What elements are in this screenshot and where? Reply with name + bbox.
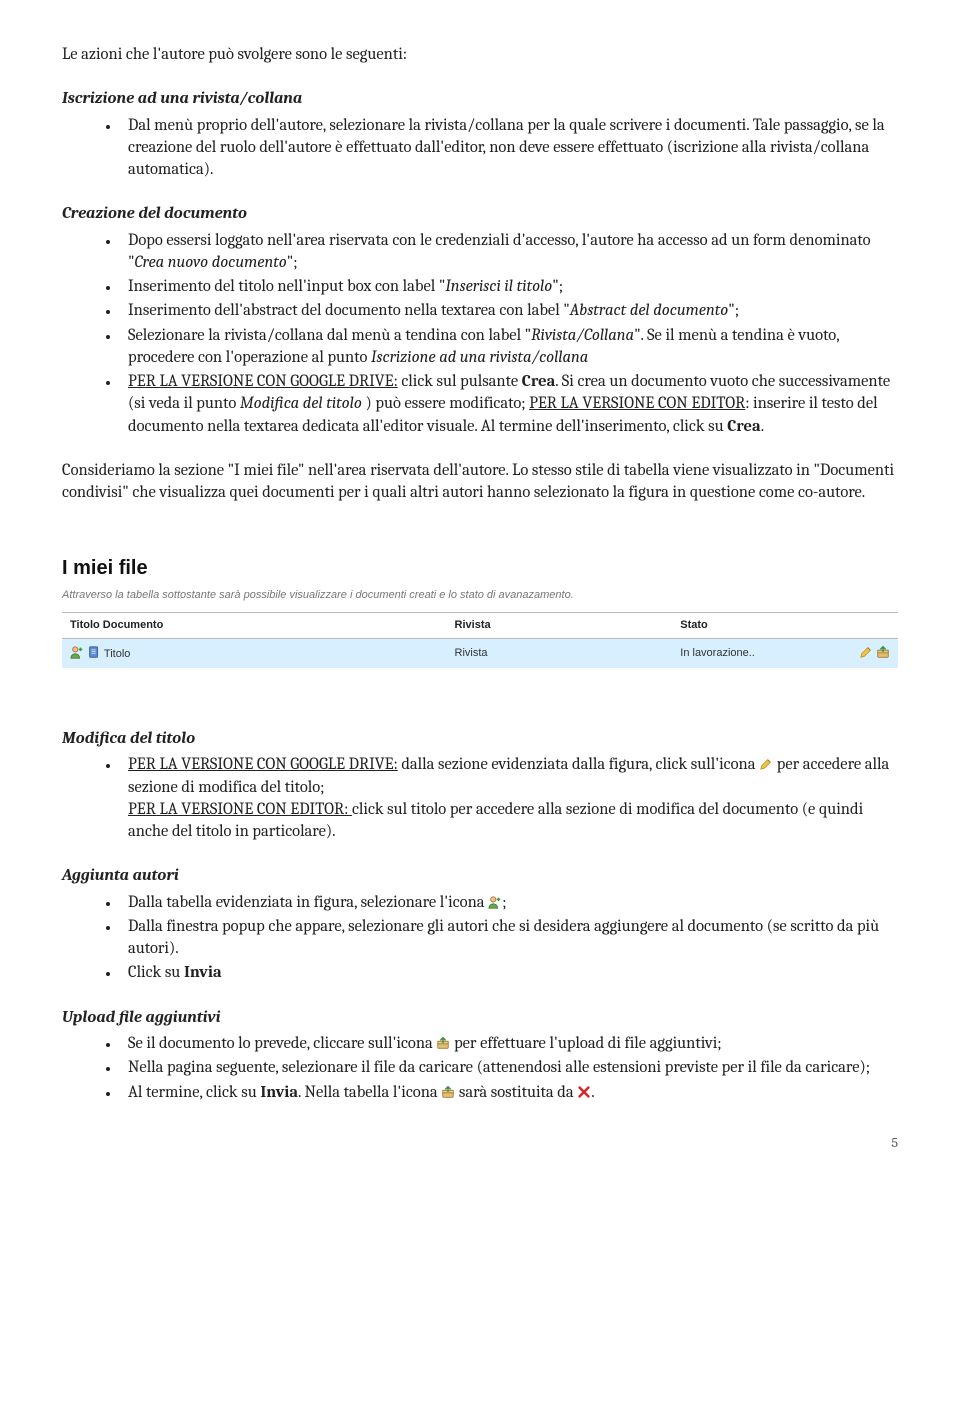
- sec5-title: Upload file aggiuntivi: [62, 1007, 898, 1029]
- list-item: Selezionare la rivista/collana dal menù …: [120, 325, 898, 370]
- user-add-icon[interactable]: [70, 645, 84, 659]
- col-stato: Stato: [672, 613, 842, 639]
- col-titolo: Titolo Documento: [62, 613, 447, 639]
- sec4-list: Dalla tabella evidenziata in figura, sel…: [62, 892, 898, 985]
- sec1-list: Dal menù proprio dell'autore, selezionar…: [62, 115, 898, 182]
- pencil-icon[interactable]: [859, 645, 873, 659]
- upload-icon: [436, 1036, 450, 1050]
- pencil-icon: [759, 757, 773, 771]
- sec1-title: Iscrizione ad una rivista/collana: [62, 88, 898, 110]
- files-table: Titolo Documento Rivista Stato Titolo Ri…: [62, 612, 898, 668]
- list-item: PER LA VERSIONE CON GOOGLE DRIVE: click …: [120, 371, 898, 438]
- list-item: Nella pagina seguente, selezionare il fi…: [120, 1057, 898, 1079]
- col-rivista: Rivista: [447, 613, 673, 639]
- ss-subtitle: Attraverso la tabella sottostante sarà p…: [62, 588, 898, 603]
- list-item: Se il documento lo prevede, cliccare sul…: [120, 1033, 898, 1055]
- cell-stato: In lavorazione..: [672, 639, 842, 668]
- cell-rivista: Rivista: [447, 639, 673, 668]
- list-item: Click su Invia: [120, 962, 898, 984]
- ss-title: I miei file: [62, 555, 898, 582]
- list-item: Dopo essersi loggato nell'area riservata…: [120, 230, 898, 275]
- sec3-title: Modifica del titolo: [62, 728, 898, 750]
- list-item: PER LA VERSIONE CON GOOGLE DRIVE: dalla …: [120, 754, 898, 843]
- list-item: Al termine, click su Invia. Nella tabell…: [120, 1082, 898, 1104]
- user-add-icon: [488, 895, 502, 909]
- sec4-title: Aggiunta autori: [62, 865, 898, 887]
- list-item: Dalla tabella evidenziata in figura, sel…: [120, 892, 898, 914]
- table-row: Titolo Rivista In lavorazione..: [62, 639, 898, 668]
- sec2-list: Dopo essersi loggato nell'area riservata…: [62, 230, 898, 438]
- doc-icon[interactable]: [87, 645, 101, 659]
- list-item: Dalla finestra popup che appare, selezio…: [120, 916, 898, 961]
- i-miei-file-screenshot: I miei file Attraverso la tabella sottos…: [62, 555, 898, 669]
- intro-text: Le azioni che l'autore può svolgere sono…: [62, 44, 898, 66]
- sec5-list: Se il documento lo prevede, cliccare sul…: [62, 1033, 898, 1104]
- list-item: Inserimento del titolo nell'input box co…: [120, 276, 898, 298]
- upload-icon[interactable]: [876, 645, 890, 659]
- mid-paragraph: Consideriamo la sezione "I miei file" ne…: [62, 460, 898, 505]
- upload-icon: [441, 1085, 455, 1099]
- sec3-list: PER LA VERSIONE CON GOOGLE DRIVE: dalla …: [62, 754, 898, 843]
- cross-icon: [577, 1085, 591, 1099]
- sec2-title: Creazione del documento: [62, 203, 898, 225]
- cell-titolo[interactable]: Titolo: [104, 648, 131, 660]
- page-number: 5: [62, 1134, 898, 1153]
- list-item: Inserimento dell'abstract del documento …: [120, 300, 898, 322]
- list-item: Dal menù proprio dell'autore, selezionar…: [120, 115, 898, 182]
